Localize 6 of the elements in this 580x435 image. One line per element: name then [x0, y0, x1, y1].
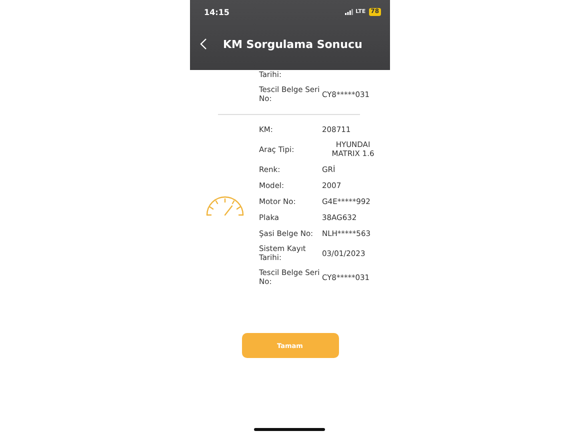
speedometer-icon — [205, 194, 245, 216]
screen-title: KM Sorgulama Sonucu — [223, 38, 362, 50]
signal-icon — [344, 9, 353, 15]
status-time: 14:15 — [204, 8, 230, 16]
home-indicator — [254, 428, 325, 431]
back-icon[interactable] — [200, 38, 207, 50]
